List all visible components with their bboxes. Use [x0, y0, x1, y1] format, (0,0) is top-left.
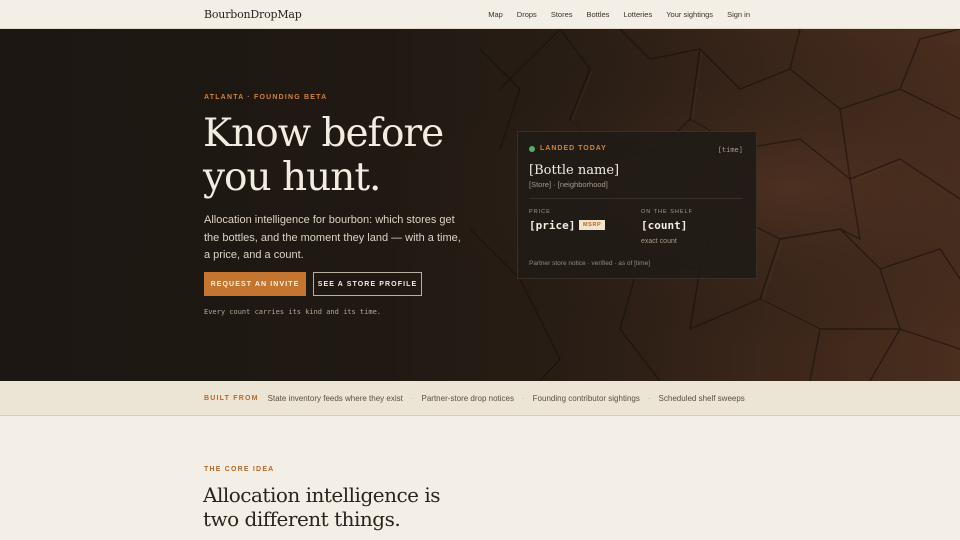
nav-link-your-sightings[interactable]: Your sightings [666, 10, 713, 19]
built-from-label: BUILT FROM [204, 395, 259, 402]
nav-link-map[interactable]: Map [488, 10, 503, 19]
brand-logo[interactable]: BourbonDropMap [204, 8, 302, 21]
count-type: exact count [641, 238, 677, 245]
nav-link-lotteries[interactable]: Lotteries [623, 10, 652, 19]
nav-link-drops[interactable]: Drops [517, 10, 537, 19]
nav-link-bottles[interactable]: Bottles [587, 10, 610, 19]
status-dot-icon [529, 145, 535, 152]
status-label: LANDED TODAY [540, 145, 607, 152]
bottle-name: [Bottle name] [529, 163, 620, 178]
hero-caption: Every count carries its kind and its tim… [204, 308, 382, 316]
source-item: Founding contributor sightings [532, 394, 640, 403]
source-item: Scheduled shelf sweeps [658, 394, 745, 403]
source-item: State inventory feeds where they exist [267, 394, 403, 403]
source-item: Partner-store drop notices [421, 394, 515, 403]
separator: · [647, 394, 651, 403]
card-footnote: Partner store notice · verified · as of … [529, 260, 651, 267]
hero-texture-background [0, 29, 960, 381]
shelf-label: ON THE SHELF [641, 209, 693, 215]
nav-links: Map Drops Stores Bottles Lotteries Your … [488, 10, 750, 19]
separator: · [522, 394, 525, 403]
built-from-strip: BUILT FROM State inventory feeds where t… [0, 381, 960, 416]
price-label: PRICE [529, 209, 551, 215]
status-badge: LANDED TODAY [529, 145, 607, 152]
separator: · [410, 394, 414, 403]
core-idea-eyebrow: THE CORE IDEA [204, 466, 275, 473]
drop-time: [time] [717, 146, 743, 154]
hero-eyebrow: ATLANTA · FOUNDING BETA [204, 94, 328, 101]
drop-preview-card: LANDED TODAY [time] [Bottle name] [Store… [517, 131, 757, 279]
hero-headline: Know before you hunt. [203, 111, 444, 200]
store-location: [Store] · [neighborhood] [529, 180, 608, 189]
hero-section: ATLANTA · FOUNDING BETA Know before you … [0, 29, 960, 381]
nav-link-sign-in[interactable]: Sign in [727, 10, 750, 19]
hero-subhead: Allocation intelligence for bourbon: whi… [204, 214, 461, 261]
core-idea-headline: Allocation intelligence is two different… [203, 483, 441, 531]
nav-link-stores[interactable]: Stores [551, 10, 573, 19]
top-nav: BourbonDropMap Map Drops Stores Bottles … [0, 0, 960, 29]
shelf-count: [count] [641, 219, 688, 232]
see-store-profile-button[interactable]: SEE A STORE PROFILE [313, 272, 422, 296]
card-divider [529, 198, 743, 199]
price-value: [price] [529, 219, 576, 232]
msrp-badge: MSRP [579, 220, 606, 230]
request-invite-button[interactable]: REQUEST AN INVITE [204, 272, 306, 296]
